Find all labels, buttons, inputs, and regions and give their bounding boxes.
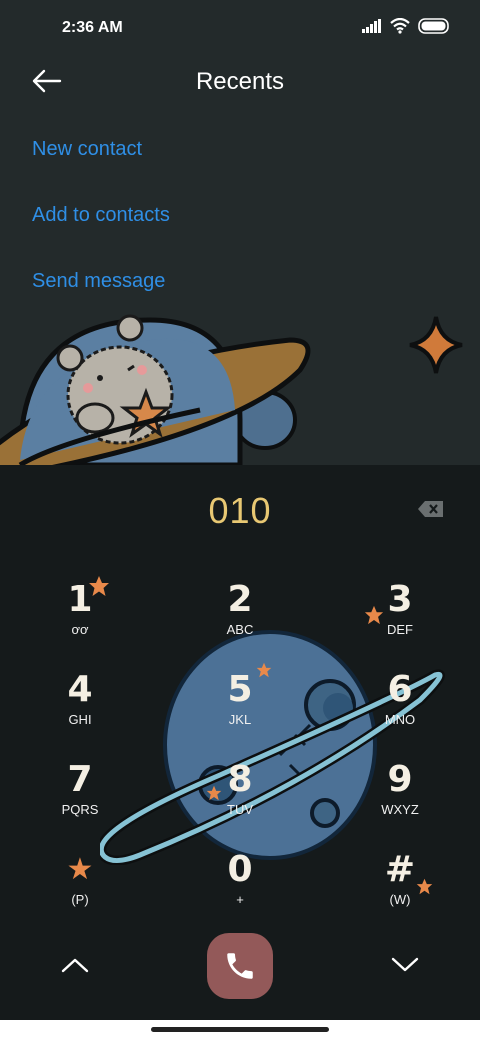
wifi-icon	[390, 18, 410, 34]
key-letters: JKL	[228, 712, 252, 727]
signal-icon	[362, 19, 381, 33]
status-time: 2:36 AM	[62, 19, 123, 36]
key-digit: 9	[387, 759, 413, 800]
key-letters: TUV	[227, 802, 253, 817]
new-contact-link[interactable]: New contact	[32, 138, 142, 161]
key-digit: 0	[227, 849, 253, 890]
key-6[interactable]: 6 MNO	[345, 670, 455, 750]
dialer-panel: 010 1 ơơ 2 ABC 3 DEF 4 GHI 5 JKL 6 MNO 7…	[0, 465, 480, 1040]
key-letters: PQRS	[61, 802, 99, 817]
key-3[interactable]: 3 DEF	[345, 580, 455, 660]
header: Recents	[0, 56, 480, 108]
key-letters: WXYZ	[381, 802, 419, 817]
key-digit: 7	[67, 759, 93, 800]
star-icon	[206, 785, 222, 801]
status-icons	[362, 18, 450, 34]
key-7[interactable]: 7 PQRS	[25, 760, 135, 840]
key-letters: +	[236, 892, 244, 907]
star-icon	[89, 576, 109, 596]
key-digit: #	[384, 849, 416, 890]
key-digit: 1	[67, 579, 93, 620]
home-indicator[interactable]	[151, 1027, 329, 1032]
key-2[interactable]: 2 ABC	[185, 580, 295, 660]
key-hash[interactable]: # (W)	[345, 850, 455, 930]
key-letters: (P)	[71, 892, 89, 907]
key-letters: (W)	[389, 892, 411, 907]
chevron-up-icon[interactable]	[60, 955, 90, 975]
star-icon	[364, 605, 384, 625]
key-digit: 5	[227, 669, 253, 710]
key-5[interactable]: 5 JKL	[185, 670, 295, 750]
key-0[interactable]: 0 +	[185, 850, 295, 930]
recents-panel: 2:36 AM Recents New contact Add to conta…	[0, 0, 480, 465]
phone-icon	[227, 953, 253, 979]
navigation-bar	[0, 1020, 480, 1040]
key-digit: 4	[67, 669, 93, 710]
send-message-link[interactable]: Send message	[32, 270, 165, 293]
key-digit: 8	[227, 759, 253, 800]
battery-icon	[418, 18, 449, 34]
dialed-number: 010	[208, 490, 272, 531]
add-to-contacts-link[interactable]: Add to contacts	[32, 204, 170, 227]
status-bar: 2:36 AM	[0, 0, 480, 56]
key-digit: 3	[387, 579, 413, 620]
star-icon	[416, 878, 433, 895]
star-icon	[256, 662, 272, 678]
page-title: Recents	[195, 68, 285, 95]
key-digit: 2	[227, 579, 253, 620]
key-digit: 6	[387, 669, 413, 710]
key-letters: ơơ	[71, 622, 89, 637]
key-star[interactable]: ★ (P)	[25, 850, 135, 930]
key-4[interactable]: 4 GHI	[25, 670, 135, 750]
key-1[interactable]: 1 ơơ	[25, 580, 135, 660]
backspace-icon[interactable]	[417, 500, 445, 518]
key-letters: GHI	[68, 712, 92, 727]
key-letters: MNO	[384, 712, 416, 727]
chevron-down-icon[interactable]	[390, 955, 420, 975]
bear-spaceship-illustration	[0, 314, 311, 465]
key-letters: ABC	[226, 622, 254, 637]
call-button[interactable]	[207, 933, 273, 999]
key-letters: DEF	[387, 622, 413, 637]
key-9[interactable]: 9 WXYZ	[345, 760, 455, 840]
key-digit: ★	[66, 852, 94, 887]
sparkle-icon	[409, 316, 463, 374]
key-8[interactable]: 8 TUV	[185, 760, 295, 840]
